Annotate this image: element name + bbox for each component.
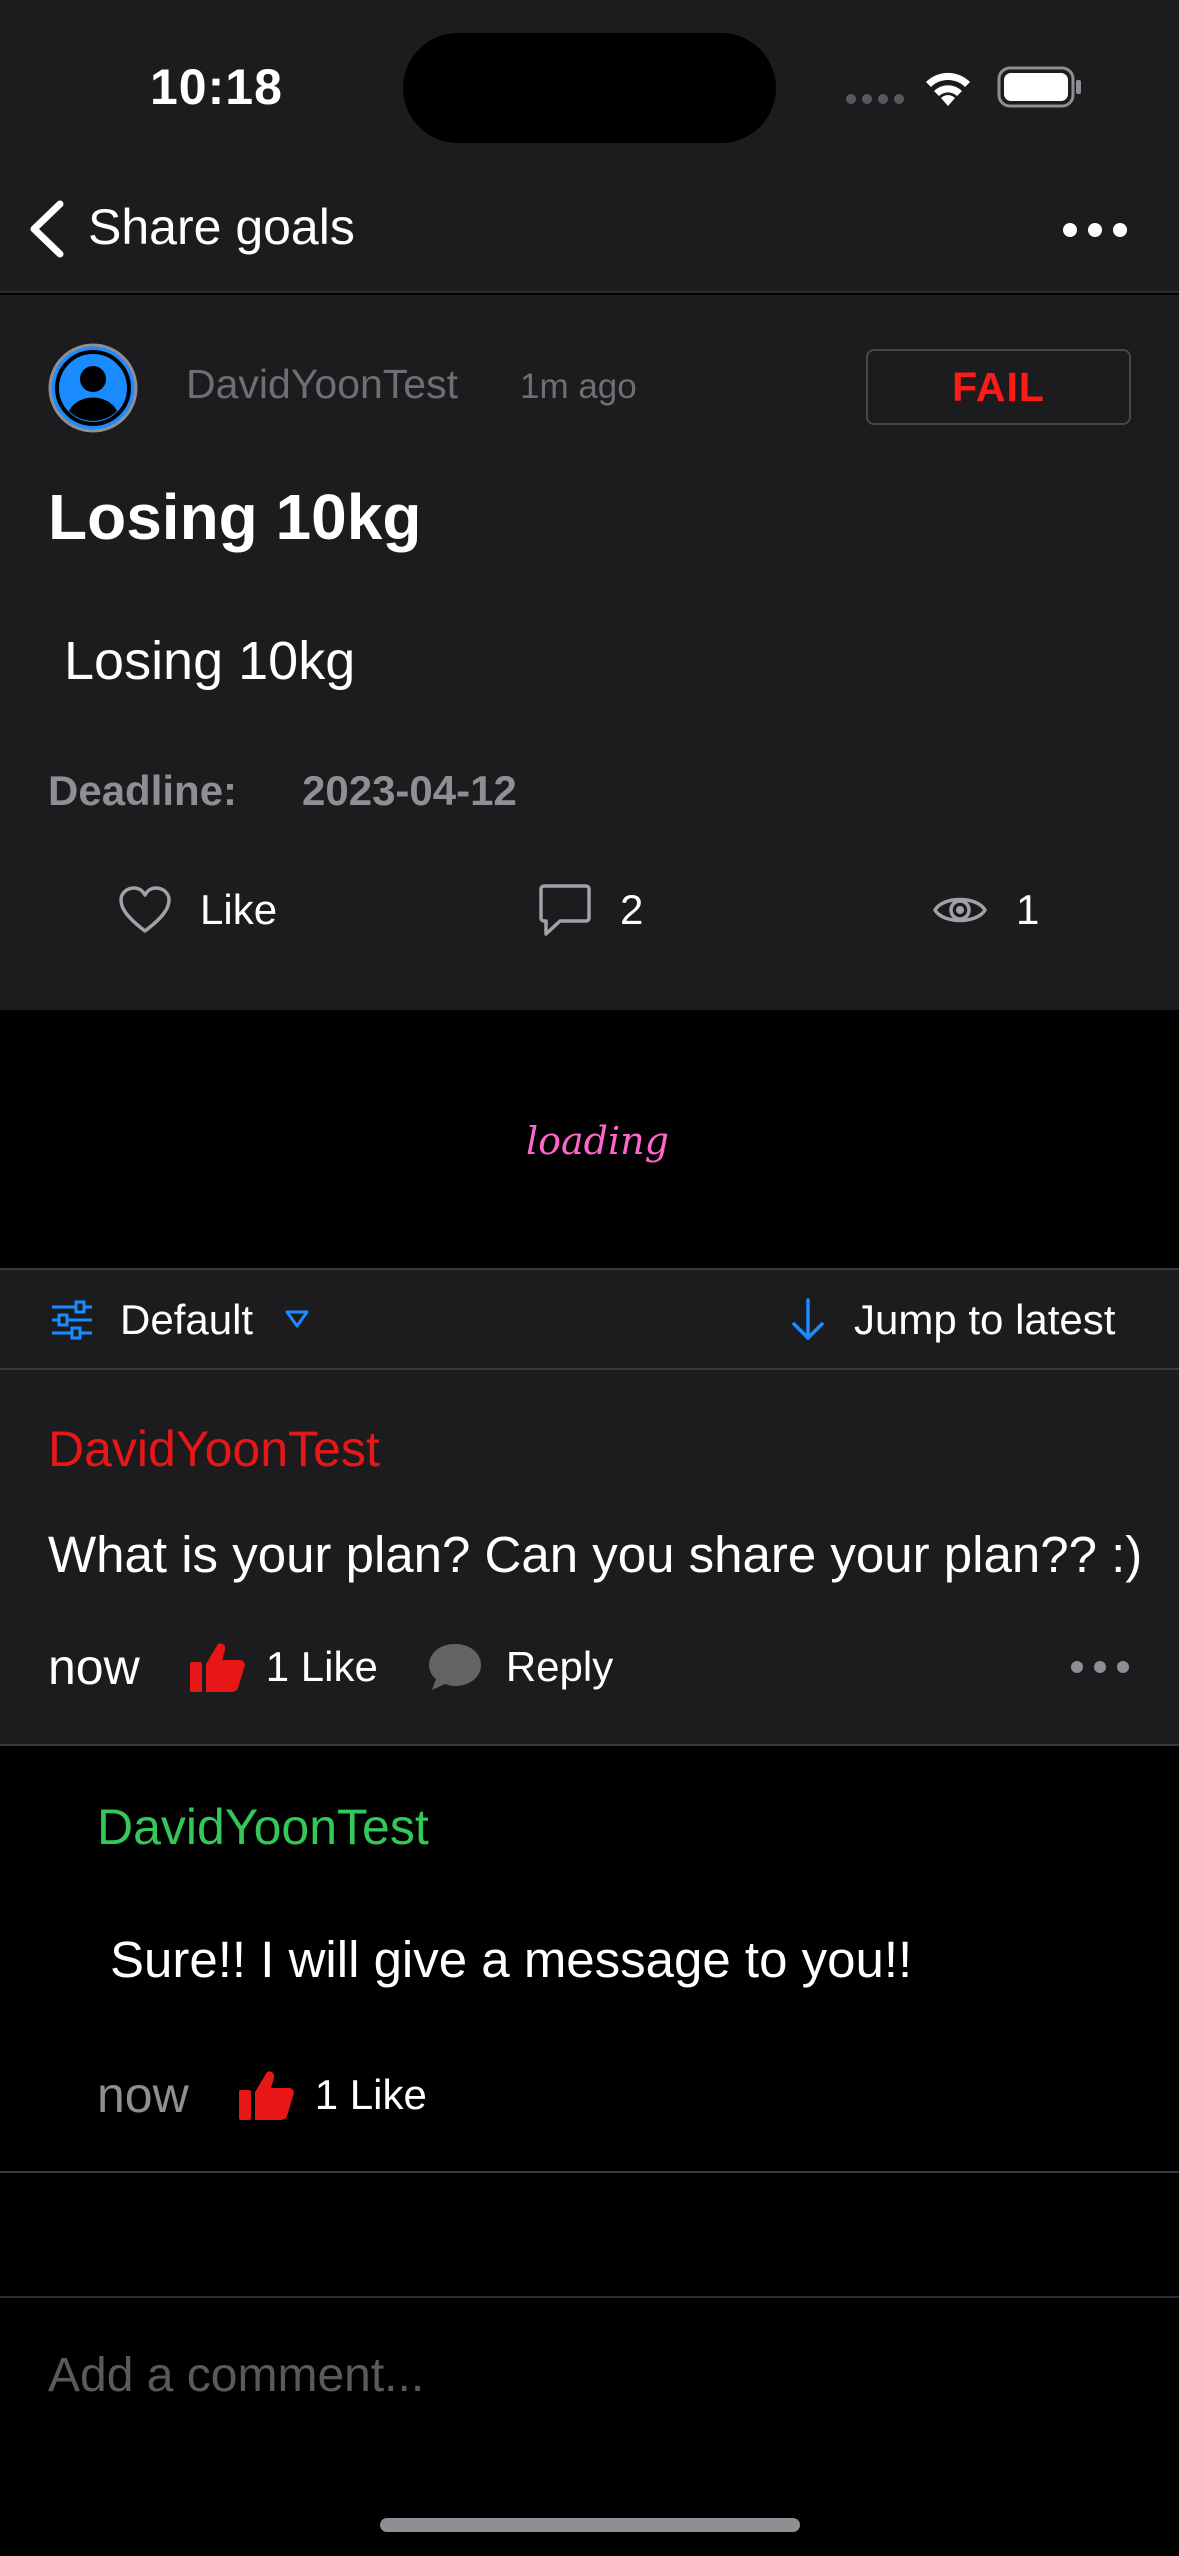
comment-like-button[interactable]: 1 Like	[188, 1640, 378, 1694]
chat-bubble-icon	[428, 1644, 481, 1690]
caret-down-icon[interactable]	[284, 1308, 310, 1330]
comment-sort-bar: Default Jump to latest	[0, 1268, 1179, 1370]
avatar[interactable]	[48, 343, 138, 433]
composer-divider	[0, 2296, 1179, 2298]
home-indicator	[380, 2518, 800, 2532]
goal-post-card: DavidYoonTest 1m ago FAIL Losing 10kg Lo…	[0, 295, 1179, 1010]
eye-icon	[932, 897, 988, 923]
thumbs-up-icon	[238, 2071, 294, 2120]
status-time: 10:18	[150, 59, 283, 115]
navigation-bar: Share goals	[0, 170, 1179, 293]
loading-text: loading	[526, 1119, 669, 1163]
reply-label: Reply	[505, 1643, 614, 1690]
comment-author[interactable]: DavidYoonTest	[48, 1420, 380, 1478]
arrow-down-icon[interactable]	[788, 1296, 828, 1344]
thumbs-up-icon	[189, 1643, 245, 1692]
sliders-icon[interactable]	[50, 1300, 94, 1340]
status-badge: FAIL	[866, 349, 1131, 425]
reply-actions: now 1 Like	[97, 2060, 427, 2130]
view-count: 1	[1016, 886, 1040, 933]
sort-dropdown[interactable]: Default	[120, 1296, 253, 1344]
like-button[interactable]: Like	[118, 875, 277, 945]
reply-text: Sure!! I will give a message to you!!	[110, 1931, 913, 1988]
comment-actions: now 1 Like Reply	[48, 1632, 1131, 1702]
dynamic-island	[403, 33, 776, 143]
wifi-icon	[926, 72, 970, 106]
comment-item: DavidYoonTest What is your plan? Can you…	[0, 1370, 1179, 1746]
comment-bubble-icon	[539, 884, 591, 936]
jump-to-latest-button[interactable]: Jump to latest	[854, 1296, 1115, 1344]
comment-timestamp: now	[48, 1639, 140, 1695]
reply-timestamp: now	[97, 2067, 189, 2123]
more-options-icon[interactable]	[1060, 205, 1130, 255]
deadline-value: 2023-04-12	[302, 767, 517, 814]
loading-script-graphic: loading	[526, 1119, 776, 1163]
battery-icon	[997, 66, 1081, 108]
reply-button[interactable]: Reply	[426, 1640, 613, 1694]
post-author[interactable]: DavidYoonTest	[186, 361, 458, 408]
heart-icon	[119, 886, 171, 933]
post-body: Losing 10kg	[64, 631, 356, 691]
reply-like-button[interactable]: 1 Like	[237, 2068, 427, 2122]
reply-like-count: 1 Like	[314, 2071, 427, 2118]
comment-count: 2	[620, 886, 644, 933]
post-title: Losing 10kg	[48, 481, 422, 553]
like-label: Like	[200, 886, 278, 933]
cellular-signal-icon	[846, 94, 904, 104]
chevron-left-icon[interactable]	[22, 196, 72, 262]
comment-input[interactable]	[48, 2340, 1131, 2410]
post-timestamp: 1m ago	[520, 367, 637, 406]
page-title: Share goals	[88, 199, 355, 255]
comment-text: What is your plan? Can you share your pl…	[48, 1526, 1143, 1583]
deadline-label: Deadline:	[48, 767, 238, 814]
loading-indicator: loading	[0, 1010, 1179, 1268]
comment-like-count: 1 Like	[265, 1643, 378, 1690]
views-stat: 1	[932, 875, 1039, 945]
more-options-icon[interactable]	[1069, 1652, 1131, 1682]
comments-button[interactable]: 2	[538, 875, 643, 945]
reply-author[interactable]: DavidYoonTest	[97, 1798, 429, 1856]
reply-item: DavidYoonTest Sure!! I will give a messa…	[0, 1748, 1179, 2173]
status-bar: 10:18	[0, 0, 1179, 170]
